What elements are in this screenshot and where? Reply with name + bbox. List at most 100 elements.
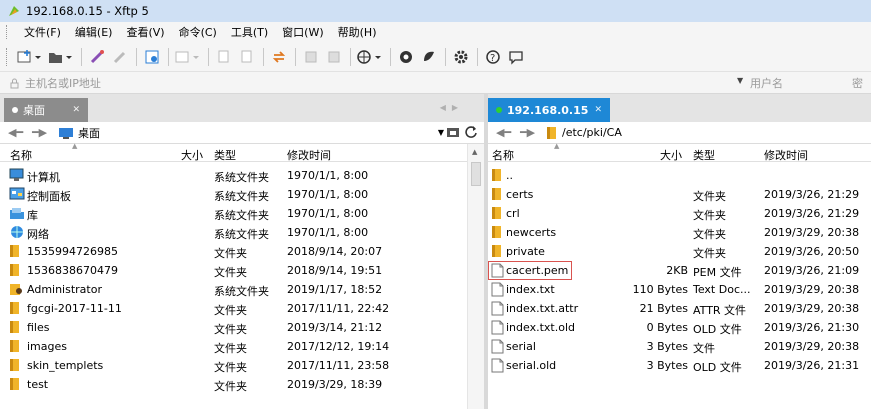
- gear-icon[interactable]: [450, 47, 472, 67]
- file-row[interactable]: Administrator 系统文件夹 2019/1/17, 18:52: [0, 280, 484, 299]
- menu-command[interactable]: 命令(C): [172, 24, 224, 40]
- file-icon: [491, 301, 507, 316]
- globe-button[interactable]: [355, 47, 385, 67]
- col-name[interactable]: 名称: [10, 147, 32, 163]
- back-arrow-icon[interactable]: ◀━: [8, 126, 26, 139]
- toolbar-separator: [390, 47, 391, 66]
- tab-scroll-arrows[interactable]: ◀▶: [440, 103, 464, 112]
- file-row[interactable]: images 文件夹 2017/12/12, 19:14: [0, 337, 484, 356]
- col-type[interactable]: 类型: [214, 147, 236, 163]
- folder-icon: [9, 263, 25, 278]
- file-size: 0 Bytes: [646, 321, 688, 334]
- file-row[interactable]: index.txt.attr 21 Bytes ATTR 文件 2019/3/29, …: [488, 299, 871, 318]
- file-modified: 1970/1/1, 8:00: [287, 226, 369, 239]
- menu-edit[interactable]: 编辑(E): [68, 24, 120, 40]
- toolbar-separator: [295, 47, 296, 66]
- help-icon[interactable]: ?: [482, 47, 504, 67]
- file-row[interactable]: 网络 系统文件夹 1970/1/1, 8:00: [0, 223, 484, 242]
- copy-icon[interactable]: [213, 47, 235, 67]
- open-folder-button[interactable]: [46, 47, 76, 67]
- file-row[interactable]: newcerts 文件夹 2019/3/29, 20:38: [488, 223, 871, 242]
- file-modified: 2019/3/29, 20:38: [764, 226, 860, 239]
- file-name: images: [27, 340, 67, 353]
- local-path[interactable]: 桌面: [78, 125, 100, 141]
- transfer-icon[interactable]: [268, 47, 290, 67]
- file-name: 控制面板: [27, 190, 71, 203]
- menu-grip: [6, 25, 9, 39]
- file-name: ..: [506, 169, 513, 182]
- refresh-icon[interactable]: [464, 125, 478, 139]
- file-modified: 2019/3/29, 20:38: [764, 302, 860, 315]
- sync-icon[interactable]: [300, 47, 322, 67]
- script-icon[interactable]: [418, 47, 440, 67]
- file-row[interactable]: certs 文件夹 2019/3/26, 21:29: [488, 185, 871, 204]
- back-arrow-icon[interactable]: ◀━: [496, 126, 514, 139]
- file-name: index.txt.attr: [506, 302, 579, 315]
- scroll-up-arrow[interactable]: ▲: [472, 148, 477, 156]
- properties-icon[interactable]: [141, 47, 163, 67]
- forward-arrow-icon[interactable]: ━▶: [32, 126, 50, 139]
- menu-help[interactable]: 帮助(H): [331, 24, 384, 40]
- menu-window[interactable]: 窗口(W): [275, 24, 330, 40]
- menu-file[interactable]: 文件(F): [17, 24, 68, 40]
- file-row[interactable]: private 文件夹 2019/3/26, 20:50: [488, 242, 871, 261]
- file-row[interactable]: 库 系统文件夹 1970/1/1, 8:00: [0, 204, 484, 223]
- view-mode-button[interactable]: [173, 47, 203, 67]
- file-modified: 1970/1/1, 8:00: [287, 169, 369, 182]
- file-row[interactable]: 计算机 系统文件夹 1970/1/1, 8:00: [0, 166, 484, 185]
- file-row[interactable]: ..: [488, 166, 871, 185]
- file-row[interactable]: crl 文件夹 2019/3/26, 21:29: [488, 204, 871, 223]
- address-bar: 主机名或IP地址 ▼ 用户名 密码: [0, 72, 871, 106]
- file-size: 110 Bytes: [632, 283, 688, 296]
- tab-remote-session[interactable]: 192.168.0.15 ✕: [488, 98, 610, 122]
- close-tab-icon[interactable]: ✕: [594, 105, 602, 115]
- compare-icon[interactable]: [323, 47, 345, 67]
- chat-icon[interactable]: [505, 47, 527, 67]
- file-row[interactable]: serial.old 3 Bytes OLD 文件 2019/3/26, 21:31: [488, 356, 871, 375]
- scroll-thumb[interactable]: [471, 162, 481, 186]
- menu-tools[interactable]: 工具(T): [224, 24, 275, 40]
- file-modified: 2018/9/14, 19:51: [287, 264, 383, 277]
- remote-nav-bar: ◀━ ━▶ /etc/pki/CA: [488, 122, 871, 144]
- file-row[interactable]: files 文件夹 2019/3/14, 21:12: [0, 318, 484, 337]
- local-scrollbar[interactable]: ▲: [467, 144, 484, 409]
- col-type[interactable]: 类型: [693, 147, 715, 163]
- forward-arrow-icon[interactable]: ━▶: [520, 126, 538, 139]
- file-row[interactable]: 1535994726985 文件夹 2018/9/14, 20:07: [0, 242, 484, 261]
- col-modified[interactable]: 修改时间: [287, 147, 331, 163]
- home-folder-icon[interactable]: [446, 125, 460, 139]
- user-folder-icon: [9, 282, 25, 297]
- file-row[interactable]: test 文件夹 2019/3/29, 18:39: [0, 375, 484, 394]
- file-type: OLD 文件: [693, 361, 742, 374]
- connect-icon[interactable]: [86, 47, 108, 67]
- path-dropdown-arrow[interactable]: ▼: [438, 128, 444, 137]
- disconnect-icon[interactable]: [109, 47, 131, 67]
- file-row[interactable]: 控制面板 系统文件夹 1970/1/1, 8:00: [0, 185, 484, 204]
- remote-path[interactable]: /etc/pki/CA: [562, 126, 622, 139]
- username-input[interactable]: 用户名: [750, 75, 783, 91]
- toolbar-grip: [6, 47, 9, 66]
- col-size[interactable]: 大小: [660, 147, 682, 163]
- host-input[interactable]: 主机名或IP地址: [10, 75, 730, 91]
- xshell-icon[interactable]: [395, 47, 417, 67]
- file-row[interactable]: serial 3 Bytes 文件 2019/3/29, 20:38: [488, 337, 871, 356]
- tab-desktop[interactable]: 桌面 ✕: [4, 98, 88, 122]
- remote-column-header: ▲ 名称 大小 类型 修改时间: [488, 142, 871, 163]
- file-modified: 2017/11/11, 23:58: [287, 359, 390, 372]
- close-tab-icon[interactable]: ✕: [72, 105, 80, 115]
- toolbar-separator: [350, 47, 351, 66]
- file-modified: 1970/1/1, 8:00: [287, 188, 369, 201]
- col-name[interactable]: 名称: [492, 147, 514, 163]
- new-session-button[interactable]: [15, 47, 45, 67]
- file-row[interactable]: index.txt.old 0 Bytes OLD 文件 2019/3/26, 21:…: [488, 318, 871, 337]
- host-dropdown-arrow[interactable]: ▼: [737, 76, 743, 85]
- file-row[interactable]: skin_templets 文件夹 2017/11/11, 23:58: [0, 356, 484, 375]
- col-modified[interactable]: 修改时间: [764, 147, 808, 163]
- menu-view[interactable]: 查看(V): [119, 24, 171, 40]
- file-modified: 2019/3/26, 20:50: [764, 245, 860, 258]
- file-row[interactable]: index.txt 110 Bytes Text Doc... 2019/3/29, …: [488, 280, 871, 299]
- col-size[interactable]: 大小: [181, 147, 203, 163]
- file-row[interactable]: fgcgi-2017-11-11 文件夹 2017/11/11, 22:42: [0, 299, 484, 318]
- file-row[interactable]: 1536838670479 文件夹 2018/9/14, 19:51: [0, 261, 484, 280]
- paste-icon[interactable]: [236, 47, 258, 67]
